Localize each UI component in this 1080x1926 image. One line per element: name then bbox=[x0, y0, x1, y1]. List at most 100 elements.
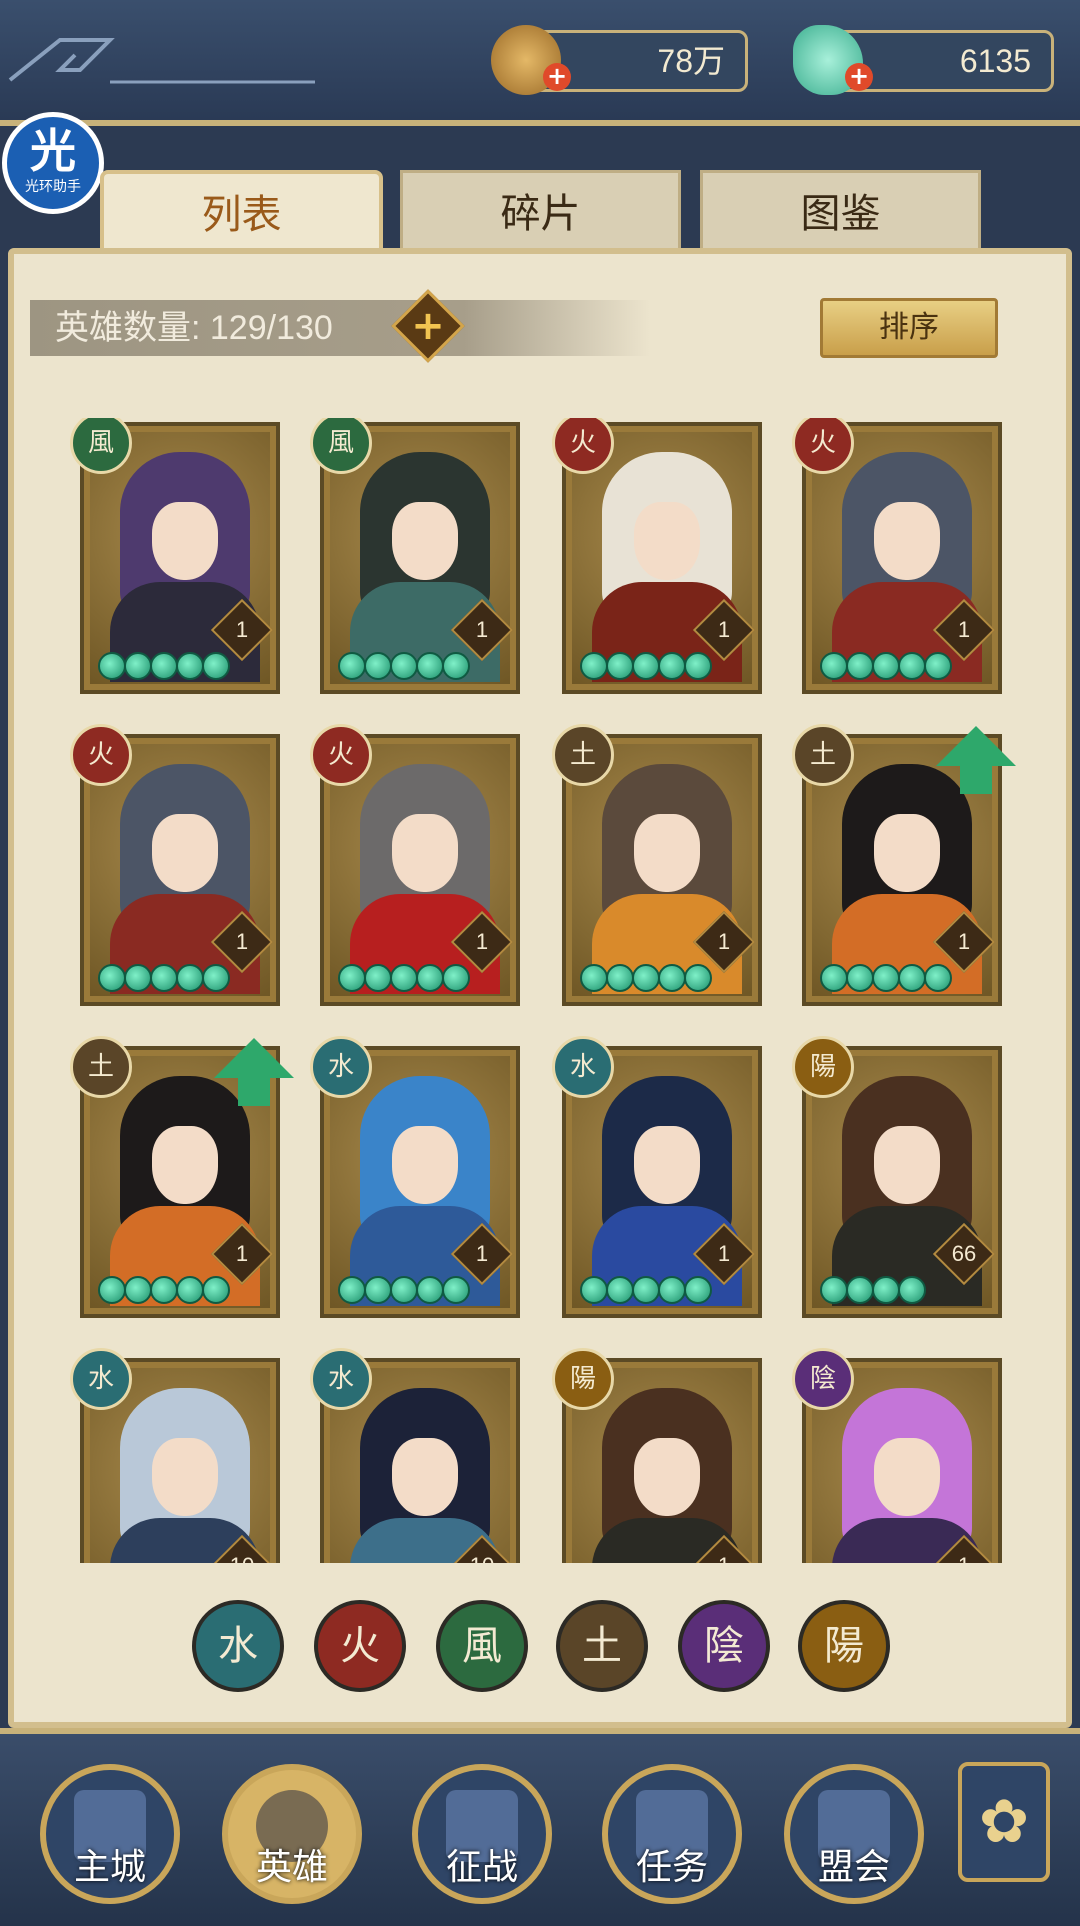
hero-level: 1 bbox=[235, 617, 249, 642]
filter-fire-button[interactable]: 火 bbox=[314, 1600, 406, 1692]
star-jade-icon bbox=[924, 652, 952, 680]
star-jade-icon bbox=[924, 964, 952, 992]
hero-card[interactable]: 66 陽 bbox=[792, 1036, 1002, 1318]
star-jade-icon bbox=[820, 964, 848, 992]
nav-guild[interactable]: 盟会 bbox=[784, 1764, 924, 1904]
star-jade-icon bbox=[124, 1276, 152, 1304]
tab-fragments[interactable]: 碎片 bbox=[400, 170, 681, 255]
hero-face bbox=[392, 814, 458, 892]
hero-level: 1 bbox=[717, 617, 731, 642]
hero-card[interactable]: 1火 bbox=[310, 724, 520, 1006]
element-badge: 土 bbox=[792, 724, 854, 786]
star-jade-icon bbox=[390, 652, 418, 680]
filter-wind-button[interactable]: 風 bbox=[436, 1600, 528, 1692]
more-menu-button[interactable]: ✿ bbox=[958, 1762, 1050, 1882]
star-jade-icon bbox=[124, 652, 152, 680]
star-jade-icon bbox=[442, 652, 470, 680]
star-jade-icon bbox=[820, 1276, 848, 1304]
star-jade-icon bbox=[898, 964, 926, 992]
hero-card[interactable]: 1火 bbox=[792, 418, 1002, 694]
star-jade-icon bbox=[872, 652, 900, 680]
hero-level: 1 bbox=[717, 1241, 731, 1266]
hero-face bbox=[634, 1438, 700, 1516]
star-jade-icon bbox=[872, 964, 900, 992]
star-jade-icon bbox=[176, 964, 204, 992]
star-jade-icon bbox=[580, 964, 608, 992]
coin-currency-display[interactable]: + 78万 bbox=[491, 25, 748, 95]
hero-level: 1 bbox=[957, 929, 971, 954]
hero-face bbox=[152, 1126, 218, 1204]
hero-card[interactable]: 10 水 bbox=[70, 1348, 280, 1563]
hero-level: 1 bbox=[235, 1241, 249, 1266]
nav-label: 盟会 bbox=[817, 1847, 890, 1888]
hero-card[interactable]: 1水 bbox=[310, 1036, 520, 1318]
add-jade-icon[interactable]: + bbox=[845, 63, 873, 91]
star-jade-icon bbox=[684, 652, 712, 680]
nav-main-city[interactable]: 主城 bbox=[40, 1764, 180, 1904]
hero-star-row bbox=[580, 964, 712, 994]
star-jade-icon bbox=[124, 964, 152, 992]
star-jade-icon bbox=[390, 1276, 418, 1304]
hero-face bbox=[874, 1438, 940, 1516]
hero-level: 1 bbox=[475, 617, 489, 642]
nav-label: 征战 bbox=[445, 1847, 518, 1888]
tab-codex[interactable]: 图鉴 bbox=[700, 170, 981, 255]
element-badge: 陰 bbox=[792, 1348, 854, 1410]
star-jade-icon bbox=[872, 1276, 900, 1304]
hero-card[interactable]: 1風 bbox=[70, 418, 280, 694]
hero-card[interactable]: 1土 bbox=[792, 724, 1016, 1006]
star-jade-icon bbox=[416, 964, 444, 992]
tab-list[interactable]: 列表 bbox=[100, 170, 383, 256]
hero-card[interactable]: 10 水 bbox=[310, 1348, 520, 1563]
hero-card[interactable]: 1土 bbox=[552, 724, 762, 1006]
hero-face bbox=[152, 1438, 218, 1516]
star-jade-icon bbox=[606, 652, 634, 680]
nav-campaign[interactable]: 征战 bbox=[412, 1764, 552, 1904]
star-jade-icon bbox=[658, 652, 686, 680]
element-badge: 陽 bbox=[792, 1036, 854, 1098]
nav-label: 英雄 bbox=[255, 1847, 328, 1888]
jade-amount: 6135 bbox=[959, 43, 1031, 79]
star-jade-icon bbox=[846, 652, 874, 680]
top-bar: + 78万 + 6135 bbox=[0, 0, 1080, 126]
filter-yin-button[interactable]: 陰 bbox=[678, 1600, 770, 1692]
hero-face bbox=[874, 502, 940, 580]
filter-earth-button[interactable]: 土 bbox=[556, 1600, 648, 1692]
upgrade-arrow-icon bbox=[936, 726, 1016, 794]
sort-button[interactable]: 排序 bbox=[820, 298, 998, 358]
nav-label: 任务 bbox=[635, 1847, 708, 1888]
hero-card[interactable]: 1土 bbox=[70, 1036, 294, 1318]
hero-grid: 1風1風1火1火1火1火1土1土1土1水1水66陽10水10水1陽1陰 bbox=[70, 418, 1030, 1563]
star-jade-icon bbox=[442, 964, 470, 992]
star-jade-icon bbox=[632, 652, 660, 680]
hero-card[interactable]: 1陽 bbox=[552, 1348, 762, 1563]
star-jade-icon bbox=[202, 652, 230, 680]
nav-heroes[interactable]: 英雄 bbox=[222, 1764, 362, 1904]
star-jade-icon bbox=[364, 1276, 392, 1304]
hero-level: 1 bbox=[957, 617, 971, 642]
star-jade-icon bbox=[606, 964, 634, 992]
hero-card[interactable]: 1風 bbox=[310, 418, 520, 694]
hero-level: 66 bbox=[951, 1241, 977, 1266]
star-jade-icon bbox=[150, 964, 178, 992]
add-coins-icon[interactable]: + bbox=[543, 63, 571, 91]
nav-quests[interactable]: 任务 bbox=[602, 1764, 742, 1904]
hero-card[interactable]: 1火 bbox=[552, 418, 762, 694]
filter-water-button[interactable]: 水 bbox=[192, 1600, 284, 1692]
jade-currency-display[interactable]: + 6135 bbox=[793, 25, 1054, 95]
hero-face bbox=[634, 1126, 700, 1204]
hero-face bbox=[392, 502, 458, 580]
hero-face bbox=[874, 1126, 940, 1204]
element-badge: 土 bbox=[552, 724, 614, 786]
hero-star-row bbox=[98, 1276, 230, 1306]
hero-star-row bbox=[98, 964, 230, 994]
element-badge: 水 bbox=[552, 1036, 614, 1098]
hero-card[interactable]: 1水 bbox=[552, 1036, 762, 1318]
hero-count-label: 英雄数量: 129/130 bbox=[55, 309, 333, 347]
hero-card[interactable]: 1陰 bbox=[792, 1348, 1002, 1563]
filter-yang-button[interactable]: 陽 bbox=[798, 1600, 890, 1692]
star-jade-icon bbox=[98, 652, 126, 680]
star-jade-icon bbox=[176, 1276, 204, 1304]
hero-card[interactable]: 1火 bbox=[70, 724, 280, 1006]
element-filter-bar: 水 火 風 土 陰 陽 bbox=[0, 1600, 1080, 1700]
